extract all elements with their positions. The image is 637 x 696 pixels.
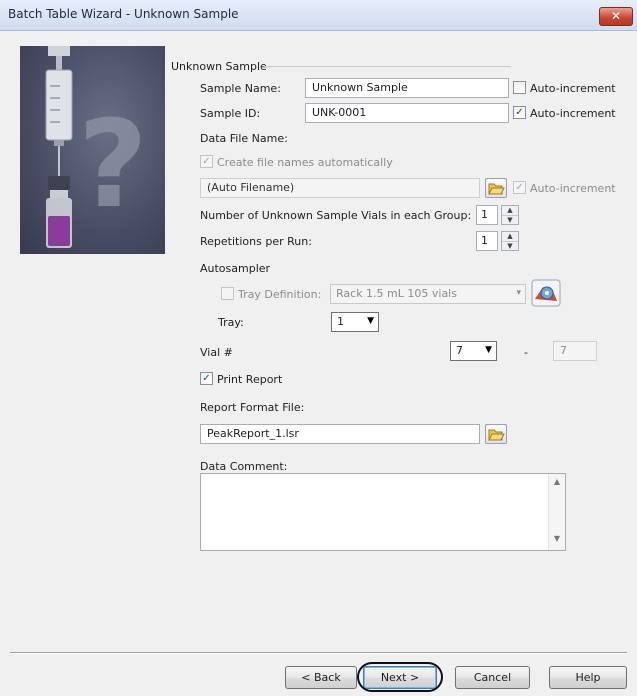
vials-per-group-input[interactable]: 1	[476, 205, 498, 225]
tray-definition-value: Rack 1.5 mL 105 vials	[336, 287, 457, 300]
sample-id-auto-increment-checkbox[interactable]: ✓	[513, 106, 526, 119]
close-icon: ✕	[610, 9, 622, 23]
help-button[interactable]: Help	[549, 666, 627, 689]
sample-name-label: Sample Name:	[200, 82, 281, 95]
create-file-names-checkbox[interactable]: ✓	[200, 155, 213, 168]
data-comment-scrollbar[interactable]: ▲ ▼	[548, 474, 565, 550]
sample-name-input[interactable]: Unknown Sample	[305, 78, 509, 98]
vial-from-value: 7	[456, 344, 463, 357]
scroll-up-icon[interactable]: ▲	[549, 477, 565, 486]
data-file-name-input[interactable]: (Auto Filename)	[200, 178, 480, 198]
question-mark-icon: ?	[78, 96, 148, 235]
title-bar: Batch Table Wizard - Unknown Sample	[0, 0, 637, 31]
data-comment-label: Data Comment:	[200, 460, 288, 473]
chevron-down-icon: ▼	[367, 316, 374, 326]
autosampler-label: Autosampler	[200, 262, 271, 275]
svg-text:?: ?	[78, 96, 148, 235]
data-file-auto-increment-label: Auto-increment	[530, 182, 616, 195]
sample-id-auto-increment-label: Auto-increment	[530, 107, 616, 120]
tray-value: 1	[337, 315, 344, 328]
group-label: Unknown Sample	[171, 60, 267, 73]
tray-config-button[interactable]	[531, 279, 561, 307]
vial-range-dash: -	[524, 346, 528, 359]
print-report-checkbox[interactable]: ✓	[200, 372, 213, 385]
vials-per-group-label: Number of Unknown Sample Vials in each G…	[200, 209, 472, 222]
sample-name-auto-increment-checkbox[interactable]	[513, 81, 526, 94]
close-button[interactable]: ✕	[599, 7, 633, 26]
repetitions-spinner[interactable]: ▲ ▼	[501, 231, 519, 251]
folder-open-icon	[488, 429, 505, 441]
repetitions-input[interactable]: 1	[476, 231, 498, 251]
vial-label: Vial #	[200, 346, 233, 359]
data-file-label: Data File Name:	[200, 132, 288, 145]
back-button[interactable]: < Back	[285, 666, 357, 689]
wizard-illustration: ?	[20, 46, 165, 254]
vial-from-select[interactable]: 7 ▼	[450, 341, 497, 361]
report-format-input[interactable]: PeakReport_1.lsr	[200, 424, 480, 444]
tray-definition-label: Tray Definition:	[238, 288, 322, 301]
tray-config-icon	[531, 279, 561, 307]
report-format-label: Report Format File:	[200, 401, 305, 414]
window-title: Batch Table Wizard - Unknown Sample	[8, 7, 239, 21]
tray-definition-select[interactable]: Rack 1.5 mL 105 vials ▾	[330, 284, 526, 304]
chevron-down-icon: ▼	[485, 345, 492, 355]
group-line	[264, 66, 511, 67]
vial-to-input[interactable]: 7	[553, 341, 597, 361]
tray-label: Tray:	[218, 316, 244, 329]
create-file-names-label: Create file names automatically	[217, 156, 393, 169]
footer-separator	[10, 652, 627, 654]
sample-id-label: Sample ID:	[200, 107, 261, 120]
sample-id-input[interactable]: UNK-0001	[305, 103, 509, 123]
syringe-icon	[45, 46, 73, 176]
chevron-down-icon: ▾	[516, 288, 521, 298]
repetitions-label: Repetitions per Run:	[200, 235, 312, 248]
tray-select[interactable]: 1 ▼	[331, 312, 379, 332]
scroll-down-icon[interactable]: ▼	[549, 534, 565, 543]
print-report-label: Print Report	[217, 373, 283, 386]
data-file-browse-button[interactable]	[485, 178, 507, 198]
folder-open-icon	[488, 183, 505, 195]
sample-name-auto-increment-label: Auto-increment	[530, 82, 616, 95]
report-format-browse-button[interactable]	[485, 424, 507, 444]
data-file-auto-increment-checkbox[interactable]: ✓	[513, 181, 526, 194]
data-comment-textarea[interactable]: ▲ ▼	[200, 473, 566, 551]
data-comment-text	[201, 474, 565, 480]
cancel-button[interactable]: Cancel	[455, 666, 530, 689]
vial-icon	[46, 176, 72, 248]
tray-definition-checkbox[interactable]	[221, 287, 234, 300]
vials-per-group-spinner[interactable]: ▲ ▼	[501, 205, 519, 225]
next-button-highlight	[357, 662, 443, 692]
